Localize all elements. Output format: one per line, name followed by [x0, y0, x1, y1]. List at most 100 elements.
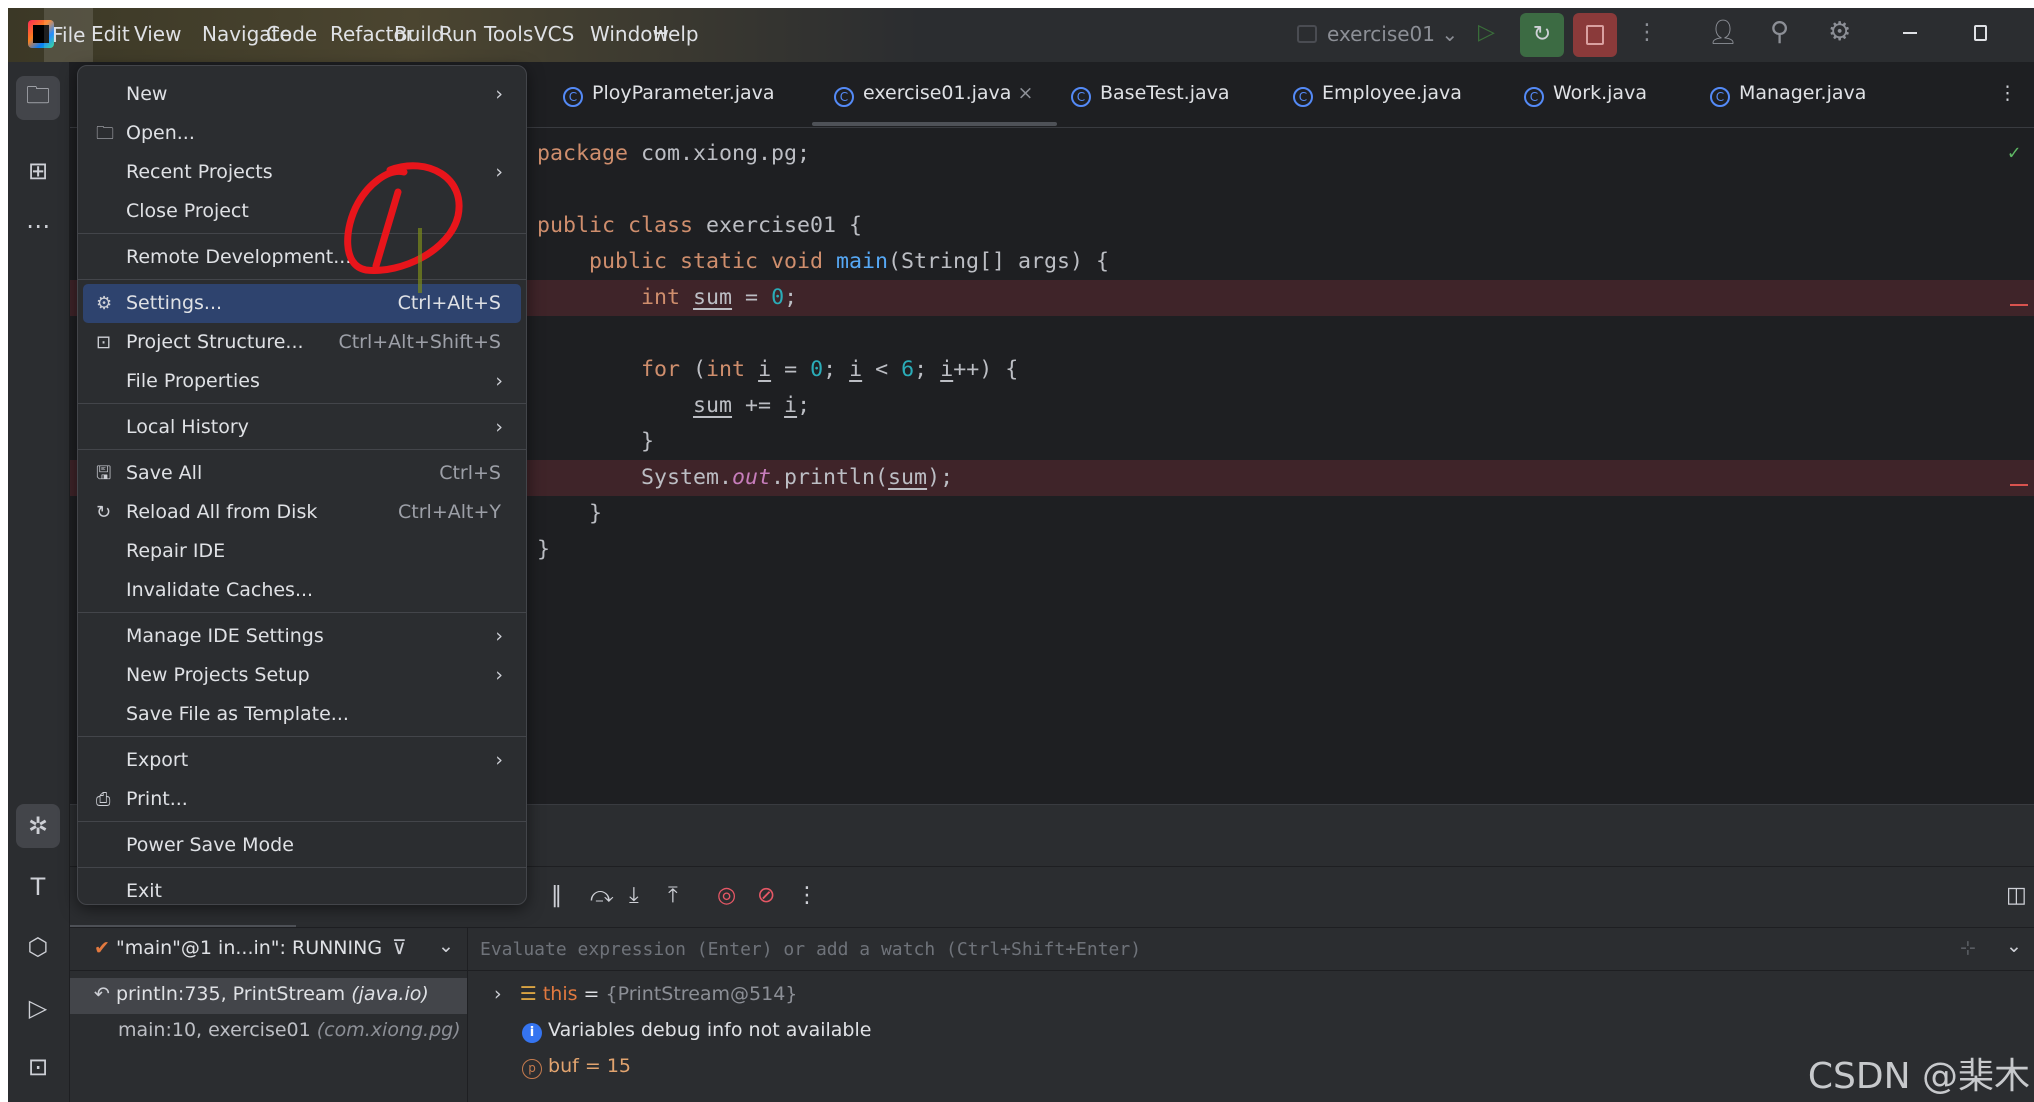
debug-tool-icon[interactable]: ✲: [16, 804, 60, 848]
tab-label: Manager.java: [1739, 82, 1867, 104]
close-tab-icon[interactable]: ×: [1011, 82, 1033, 104]
run-config-selector[interactable]: exercise01 ⌄: [1297, 22, 1458, 46]
variable-buf[interactable]: p buf = 15: [522, 1055, 631, 1079]
tab-label: BaseTest.java: [1100, 82, 1230, 104]
add-watch-icon[interactable]: ⊹: [1960, 937, 1976, 959]
menu-item-repair-ide[interactable]: Repair IDE: [83, 532, 521, 571]
run-icon[interactable]: ▷: [16, 986, 60, 1030]
frame-package: (java.io): [351, 983, 429, 1005]
menu-file[interactable]: File: [44, 8, 94, 62]
menu-help[interactable]: Help: [653, 22, 699, 46]
frame-row[interactable]: ↶ println:735, PrintStream (java.io): [94, 983, 429, 1005]
tab-label: Work.java: [1553, 82, 1647, 104]
code-token: }: [537, 537, 551, 562]
settings-icon[interactable]: ⚙: [1828, 17, 1851, 47]
tab-label: PloyParameter.java: [592, 82, 775, 104]
resume-icon[interactable]: ▷: [1478, 20, 1495, 45]
tab-work-java[interactable]: C Work.java: [1524, 82, 1647, 107]
step-out-icon[interactable]: ⤒: [668, 883, 678, 908]
menu-item-project-structure[interactable]: ⊡ Project Structure... Ctrl+Alt+Shift+S: [83, 323, 521, 362]
menu-item-invalidate-caches[interactable]: Invalidate Caches...: [83, 571, 521, 610]
menu-item-exit[interactable]: Exit: [83, 872, 521, 911]
view-breakpoints-icon[interactable]: ◎: [717, 883, 736, 908]
menu-item-label: Remote Development...: [126, 246, 352, 268]
search-icon[interactable]: ⚲: [1770, 17, 1789, 47]
menu-item-label: Export: [126, 749, 189, 771]
watermark: CSDN @棐木: [1807, 1056, 2030, 1097]
filter-icon[interactable]: ⊽: [392, 935, 407, 959]
parameter-icon: p: [522, 1059, 542, 1079]
menu-item-label: Project Structure...: [126, 331, 304, 353]
mute-breakpoints-icon[interactable]: ⊘: [757, 883, 775, 908]
menu-code[interactable]: Code: [266, 22, 317, 46]
menu-tools[interactable]: Tools: [484, 22, 533, 46]
code-token: exercise01 {: [706, 213, 863, 238]
services-icon[interactable]: ⬡: [16, 925, 60, 969]
more-actions-icon[interactable]: ⋮: [1636, 20, 1658, 45]
menu-build[interactable]: Build: [394, 22, 444, 46]
chevron-down-icon[interactable]: ⌄: [438, 935, 454, 957]
step-into-icon[interactable]: ⤓: [629, 883, 639, 908]
maximize-button[interactable]: [1974, 25, 1987, 41]
add-user-icon[interactable]: 👤︎: [1708, 18, 1738, 46]
menu-item-manage-ide-settings[interactable]: Manage IDE Settings ›: [83, 617, 521, 656]
debug-rerun-button[interactable]: ↻: [1520, 13, 1564, 57]
gear-icon: ⚙: [96, 293, 113, 314]
tab-manager-java[interactable]: C Manager.java: [1710, 82, 1866, 107]
menu-item-file-properties[interactable]: File Properties ›: [83, 362, 521, 401]
keyword-token: public static void: [589, 249, 837, 274]
menu-item-label: Invalidate Caches...: [126, 579, 314, 601]
thread-selector[interactable]: ✔ "main"@1 in...in": RUNNING: [94, 937, 382, 959]
step-over-icon[interactable]: ⤼: [590, 883, 614, 908]
keyword-token: int: [641, 285, 694, 310]
project-folder-icon[interactable]: 🗀: [16, 76, 60, 120]
variable-name: this: [542, 983, 578, 1005]
variable-token: i: [849, 357, 863, 382]
menu-item-power-save-mode[interactable]: Power Save Mode: [83, 826, 521, 865]
menu-item-label: File Properties: [126, 370, 260, 392]
menu-item-new-projects-setup[interactable]: New Projects Setup ›: [83, 656, 521, 695]
menu-run[interactable]: Run: [439, 22, 477, 46]
menu-vcs[interactable]: VCS: [534, 22, 574, 46]
tab-more-icon[interactable]: ⋮: [1998, 82, 2017, 104]
menu-item-label: New Projects Setup: [126, 664, 310, 686]
evaluate-expression-input[interactable]: Evaluate expression (Enter) or add a wat…: [480, 939, 1141, 960]
terminal-icon[interactable]: ⊡: [16, 1045, 60, 1089]
layout-icon[interactable]: ◫: [2006, 883, 2027, 908]
build-hammer-icon[interactable]: T: [16, 865, 60, 909]
menu-item-export[interactable]: Export ›: [83, 741, 521, 780]
minimize-button[interactable]: [1903, 32, 1917, 34]
menu-item-save-all[interactable]: 🖫 Save All Ctrl+S: [83, 454, 521, 493]
variable-value: {PrintStream@514}: [605, 983, 798, 1005]
error-stripe-mark: [2010, 304, 2028, 306]
tab-ployparameter-java[interactable]: C PloyParameter.java: [563, 82, 775, 107]
expand-icon[interactable]: ⌄: [2006, 935, 2022, 957]
structure-icon[interactable]: ⊞: [16, 149, 60, 193]
code-token: ;: [797, 393, 811, 418]
menu-item-print[interactable]: ⎙ Print...: [83, 780, 521, 819]
tab-employee-java[interactable]: C Employee.java: [1293, 82, 1462, 107]
code-token: .println(: [771, 465, 889, 490]
variable-this[interactable]: › ☰ this = {PrintStream@514}: [494, 983, 797, 1005]
number-token: 0: [810, 357, 824, 382]
menu-view[interactable]: View: [134, 22, 181, 46]
stop-button[interactable]: [1573, 13, 1617, 57]
pause-icon[interactable]: ‖: [551, 883, 562, 908]
menu-item-reload-all-from-disk[interactable]: ↻ Reload All from Disk Ctrl+Alt+Y: [83, 493, 521, 532]
tab-exercise01-java[interactable]: Cexercise01.java ×: [812, 82, 1058, 126]
menu-item-save-file-as-template[interactable]: Save File as Template...: [83, 695, 521, 734]
menu-edit[interactable]: Edit: [91, 22, 130, 46]
submenu-chevron-icon: ›: [495, 416, 503, 438]
menu-item-open[interactable]: 🗀 Open...: [83, 114, 521, 153]
frame-row[interactable]: main:10, exercise01 (com.xiong.pg): [118, 1019, 461, 1041]
run-config-label: exercise01: [1327, 22, 1435, 46]
menu-item-label: Close Project: [126, 200, 249, 222]
tab-basetest-java[interactable]: C BaseTest.java: [1071, 82, 1230, 107]
keyword-token: package: [537, 141, 642, 166]
more-tools-icon[interactable]: ⋯: [16, 204, 60, 248]
submenu-chevron-icon: ›: [495, 664, 503, 686]
more-icon[interactable]: ⋮: [796, 883, 818, 908]
menu-item-new[interactable]: New ›: [83, 75, 521, 114]
menu-item-local-history[interactable]: Local History ›: [83, 408, 521, 447]
